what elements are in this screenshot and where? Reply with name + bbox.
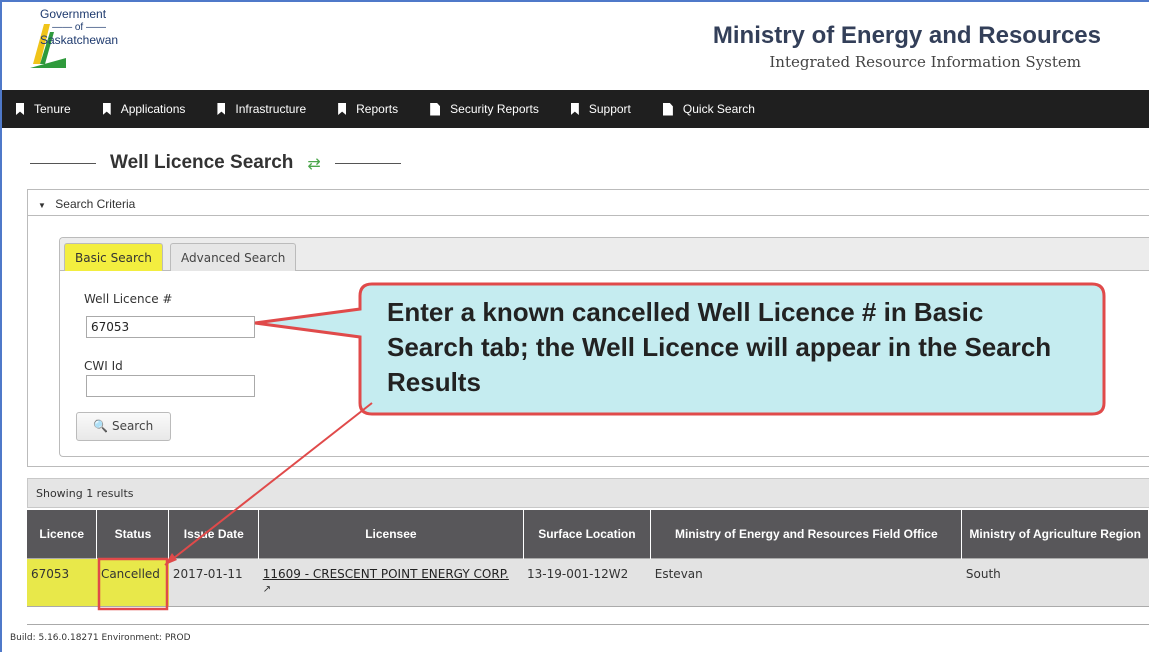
well-licence-input[interactable]: 67053: [86, 316, 255, 338]
column-header-issue-date[interactable]: Issue Date: [168, 510, 260, 558]
column-header-licence[interactable]: Licence: [27, 510, 98, 558]
cwi-id-input[interactable]: [86, 375, 255, 397]
search-icon: 🔍: [93, 419, 108, 433]
nav-item-label: Support: [588, 102, 631, 116]
nav-item-label: Security Reports: [450, 102, 539, 116]
column-header-region[interactable]: Ministry of Agriculture Region: [961, 510, 1149, 558]
cell-surface-location: 13-19-001-12W2: [523, 557, 651, 607]
logo-line-saskatchewan: Saskatchewan: [40, 33, 119, 47]
tab-strip: Basic Search Advanced Search: [60, 238, 1149, 271]
external-link-icon[interactable]: ↗: [263, 584, 271, 595]
ministry-title: Ministry of Energy and Resources: [712, 22, 1101, 49]
nav-item-security-reports[interactable]: Security Reports: [430, 102, 539, 116]
bookmark-icon: [16, 103, 24, 115]
cell-licence: 67053: [27, 557, 97, 607]
bookmark-icon: [570, 103, 579, 115]
collapse-triangle-icon: ▼: [38, 201, 46, 210]
licensee-link[interactable]: 11609 - CRESCENT POINT ENERGY CORP.: [263, 567, 509, 581]
page-title: Well Licence Search: [110, 152, 294, 173]
document-icon: [662, 102, 673, 116]
callout-text: Enter a known cancelled Well Licence # i…: [387, 297, 1052, 397]
cwi-id-label: CWI Id: [84, 359, 123, 373]
search-button[interactable]: 🔍 Search: [76, 412, 171, 441]
results-header-row: Licence Status Issue Date Licensee Surfa…: [27, 510, 1149, 558]
page-title-row: Well Licence Search ⇄: [30, 152, 401, 174]
cell-field-office: Estevan: [650, 557, 962, 607]
refresh-icon[interactable]: ⇄: [307, 154, 320, 173]
results-table: Licence Status Issue Date Licensee Surfa…: [27, 510, 1149, 607]
site-header: Government —— of —— Saskatchewan Ministr…: [2, 2, 1149, 82]
tab-advanced-search[interactable]: Advanced Search: [170, 243, 297, 271]
title-rule-right: [334, 162, 401, 164]
column-header-field-office[interactable]: Ministry of Energy and Resources Field O…: [650, 510, 963, 558]
bookmark-icon: [338, 103, 347, 115]
well-licence-label: Well Licence #: [84, 292, 173, 306]
logo-line-government: Government: [40, 7, 107, 21]
table-row[interactable]: 67053 Cancelled 2017-01-11 11609 - CRESC…: [27, 557, 1149, 607]
tab-basic-search[interactable]: Basic Search: [64, 243, 163, 271]
nav-item-label: Quick Search: [682, 102, 755, 116]
ministry-subtitle: Integrated Resource Information System: [769, 53, 1081, 71]
nav-item-label: Infrastructure: [235, 102, 307, 116]
cell-status: Cancelled: [96, 557, 169, 607]
nav-item-label: Applications: [120, 102, 186, 116]
cell-region: South: [961, 557, 1149, 607]
bookmark-icon: [102, 103, 111, 115]
column-header-surface-location[interactable]: Surface Location: [523, 510, 652, 558]
nav-item-label: Tenure: [34, 102, 71, 116]
nav-item-infrastructure[interactable]: Infrastructure: [217, 102, 306, 116]
main-nav: Tenure Applications Infrastructure Repor…: [2, 90, 1149, 128]
footer-divider: [27, 624, 1149, 625]
search-criteria-label: Search Criteria: [55, 197, 136, 211]
logo-text: Government —— of —— Saskatchewan: [40, 8, 118, 47]
nav-item-support[interactable]: Support: [570, 102, 631, 116]
nav-item-quick-search[interactable]: Quick Search: [662, 102, 755, 116]
results-summary: Showing 1 results: [27, 478, 1149, 508]
nav-item-applications[interactable]: Applications: [102, 102, 186, 116]
title-rule-left: [30, 162, 96, 164]
column-header-licensee[interactable]: Licensee: [258, 510, 524, 558]
nav-item-tenure[interactable]: Tenure: [16, 102, 71, 116]
cell-licensee: 11609 - CRESCENT POINT ENERGY CORP. ↗: [258, 557, 524, 607]
search-criteria-header[interactable]: ▼ Search Criteria: [28, 190, 1149, 216]
document-icon: [430, 102, 441, 116]
build-info: Build: 5.16.0.18271 Environment: PROD: [10, 633, 191, 643]
search-button-label: Search: [111, 419, 154, 433]
bookmark-icon: [217, 103, 226, 115]
column-header-status[interactable]: Status: [96, 510, 170, 558]
cell-issue-date: 2017-01-11: [168, 557, 259, 607]
nav-item-reports[interactable]: Reports: [338, 102, 398, 116]
nav-item-label: Reports: [356, 102, 399, 116]
